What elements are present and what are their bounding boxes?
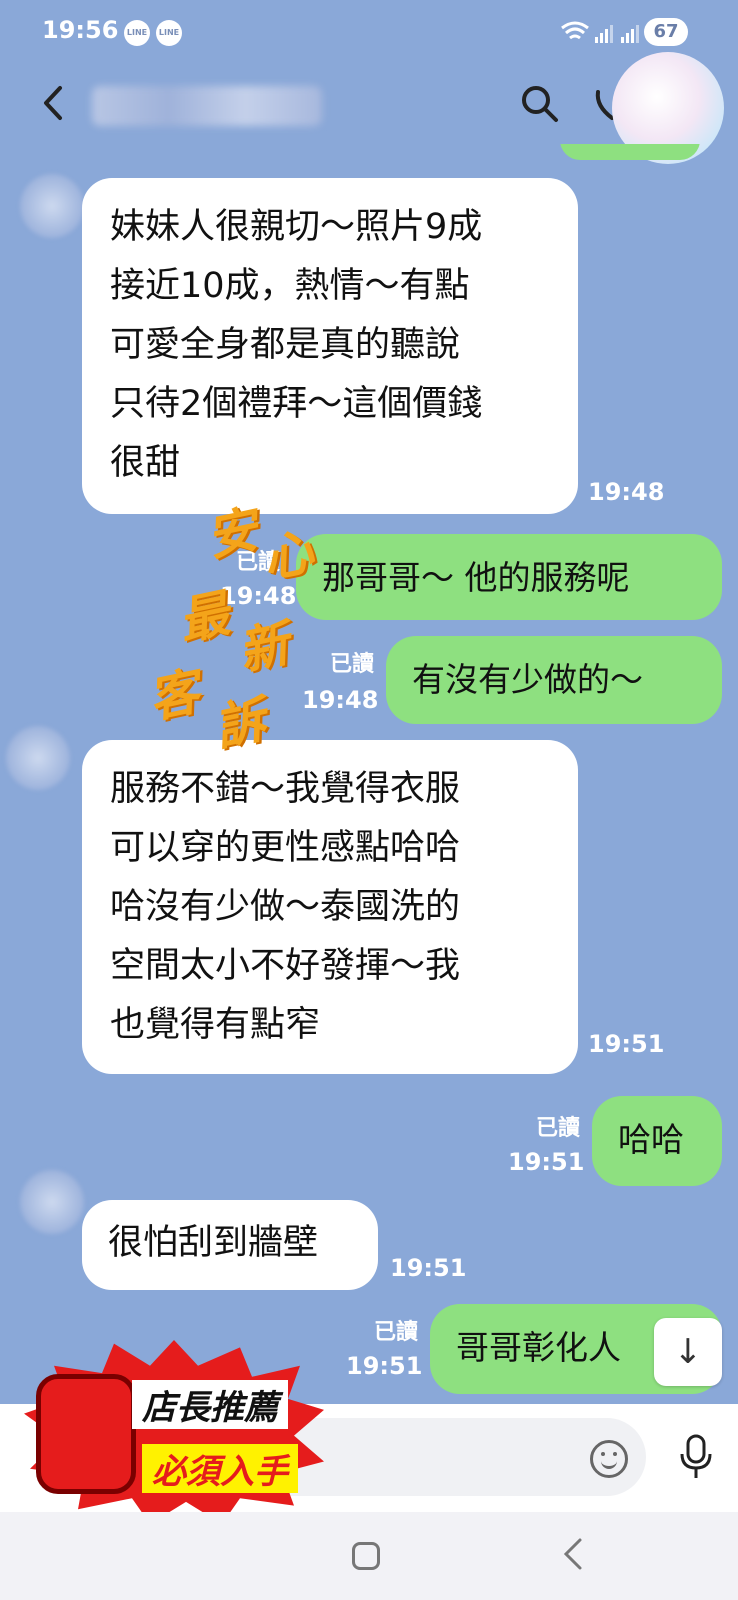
scroll-to-bottom-button[interactable]: ↓ bbox=[654, 1318, 722, 1386]
read-receipt: 已讀 bbox=[329, 652, 374, 677]
message-bubble-incoming[interactable]: 妹妹人很親切～照片9成 接近10成，熱情～有點 可愛全身都是真的聽說 只待2個禮… bbox=[82, 178, 578, 514]
chat-title-redacted bbox=[92, 86, 322, 126]
message-line: 空間太小不好發揮～我 bbox=[110, 946, 461, 986]
signal-icon bbox=[621, 25, 639, 43]
home-icon[interactable] bbox=[352, 1542, 380, 1570]
message-bubble-partial bbox=[560, 144, 700, 160]
status-bar: 19:56 LINE LINE 67 bbox=[0, 0, 738, 64]
line-notification-icon: LINE bbox=[124, 20, 150, 46]
message-text: 哥哥彰化人 bbox=[456, 1328, 621, 1367]
chevron-left-icon[interactable] bbox=[36, 78, 76, 128]
search-icon[interactable] bbox=[518, 82, 562, 126]
message-line: 也覺得有點窄 bbox=[110, 1005, 321, 1045]
battery-indicator: 67 bbox=[644, 18, 688, 46]
message-time: 19:51 bbox=[390, 1254, 467, 1282]
message-time: 19:51 bbox=[346, 1352, 423, 1380]
promo-sticker: 店長推薦 必須入手 bbox=[14, 1334, 334, 1524]
avatar[interactable] bbox=[20, 174, 84, 238]
watermark-char: 心 bbox=[257, 522, 319, 590]
avatar[interactable] bbox=[20, 1170, 84, 1234]
message-time: 19:51 bbox=[588, 1030, 665, 1058]
watermark-char: 客 bbox=[143, 662, 205, 730]
message-text: 哈哈 bbox=[618, 1120, 684, 1159]
message-line: 接近10成，熱情～有點 bbox=[110, 266, 470, 306]
read-receipt: 已讀 bbox=[535, 1116, 580, 1141]
message-time: 19:48 bbox=[588, 478, 665, 506]
message-line: 可愛全身都是真的聽說 bbox=[110, 325, 461, 365]
watermark-char: 新 bbox=[233, 614, 295, 682]
message-line: 服務不錯～我覺得衣服 bbox=[110, 769, 461, 809]
back-icon[interactable] bbox=[558, 1534, 588, 1574]
microphone-icon[interactable] bbox=[676, 1432, 716, 1482]
message-bubble-incoming[interactable]: 服務不錯～我覺得衣服 可以穿的更性感點哈哈 哈沒有少做～泰國洗的 空間太小不好發… bbox=[82, 740, 578, 1074]
message-text: 有沒有少做的～ bbox=[412, 660, 643, 699]
promo-line: 必須入手 bbox=[142, 1444, 298, 1493]
promo-line: 店長推薦 bbox=[132, 1380, 288, 1429]
message-bubble-outgoing[interactable]: 哈哈 bbox=[592, 1096, 722, 1186]
emoji-icon[interactable] bbox=[590, 1440, 628, 1478]
chat-area[interactable]: 妹妹人很親切～照片9成 接近10成，熱情～有點 可愛全身都是真的聽說 只待2個禮… bbox=[0, 144, 738, 1404]
system-nav-bar bbox=[0, 1512, 738, 1600]
message-line: 哈沒有少做～泰國洗的 bbox=[110, 887, 461, 927]
wifi-icon bbox=[561, 21, 589, 40]
message-line: 很怕刮到牆壁 bbox=[108, 1223, 319, 1263]
message-line: 妹妹人很親切～照片9成 bbox=[110, 207, 483, 247]
message-text: 那哥哥～ 他的服務呢 bbox=[322, 558, 630, 597]
status-time: 19:56 bbox=[42, 16, 119, 44]
message-line: 很甜 bbox=[110, 443, 181, 483]
message-bubble-outgoing[interactable]: 有沒有少做的～ bbox=[386, 636, 722, 724]
message-bubble-incoming[interactable]: 很怕刮到牆壁 bbox=[82, 1200, 378, 1290]
message-time: 19:51 bbox=[508, 1148, 585, 1176]
thumbs-up-icon bbox=[36, 1374, 136, 1494]
message-time: 19:48 bbox=[302, 686, 379, 714]
line-notification-icon: LINE bbox=[156, 20, 182, 46]
avatar[interactable] bbox=[6, 726, 70, 790]
message-line: 只待2個禮拜～這個價錢 bbox=[110, 384, 483, 424]
message-line: 可以穿的更性感點哈哈 bbox=[110, 828, 461, 868]
read-receipt: 已讀 bbox=[373, 1320, 418, 1345]
signal-icon bbox=[595, 25, 613, 43]
message-bubble-outgoing[interactable]: 那哥哥～ 他的服務呢 bbox=[296, 534, 722, 620]
